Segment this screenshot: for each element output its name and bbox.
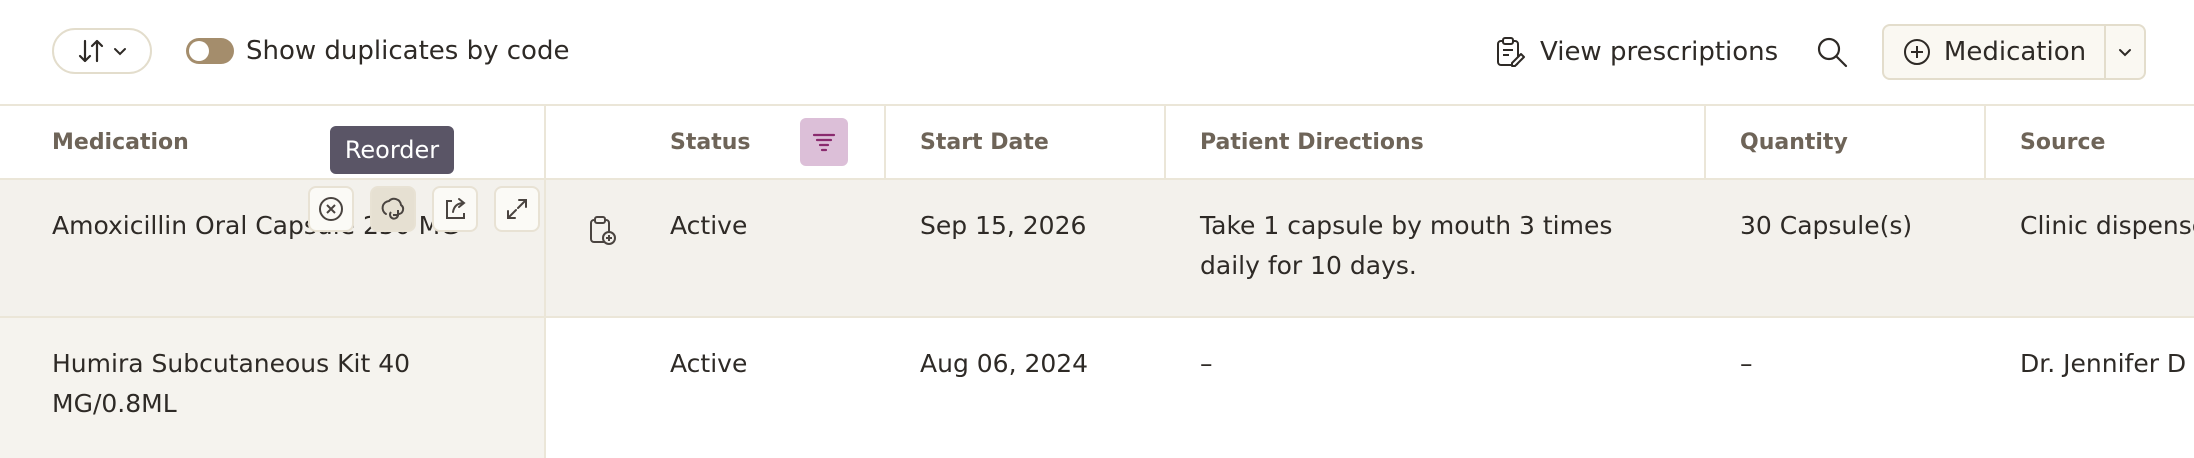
toolbar: Show duplicates by code View prescriptio… [0,0,2194,106]
start-date-cell: Aug 06, 2024 [920,349,1089,378]
column-divider [1704,106,1706,178]
add-medication-menu-button[interactable] [2106,26,2144,78]
view-prescriptions-label: View prescriptions [1540,37,1779,67]
reorder-button[interactable] [370,186,416,232]
close-circle-icon [319,197,343,221]
reorder-icon [381,197,405,220]
medication-name-line2: MG/0.8ML [52,389,177,418]
plus-circle-icon [1903,39,1930,65]
quantity-cell: – [1740,349,1753,378]
status-filter-button[interactable] [800,118,848,166]
reorder-tooltip: Reorder [330,126,454,174]
column-divider [1984,106,1986,178]
start-date-cell: Sep 15, 2026 [920,211,1087,240]
discontinue-button[interactable] [308,186,354,232]
column-divider [884,106,886,178]
search-icon [1817,37,1848,68]
column-header-start-date[interactable]: Start Date [920,106,1049,178]
quantity-cell: 30 Capsule(s) [1740,211,1913,240]
status-cell: Active [670,211,748,240]
column-header-status[interactable]: Status [670,106,750,178]
clipboard-plus-icon [590,216,616,245]
column-header-source[interactable]: Source [2020,106,2105,178]
show-duplicates-toggle[interactable] [186,38,234,64]
medication-name-line1: Humira Subcutaneous Kit 40 [52,349,411,378]
column-header-patient-directions[interactable]: Patient Directions [1200,106,1424,178]
clipboard-edit-icon [1497,37,1525,67]
share-button[interactable] [432,186,478,232]
add-medication-button[interactable]: Medication [1884,26,2106,78]
chevron-down-icon [114,48,126,56]
sort-arrows-icon [78,39,104,63]
expand-icon [507,199,527,219]
view-prescriptions-button[interactable]: View prescriptions [1492,30,1778,74]
add-prescription-button[interactable] [586,214,618,250]
show-duplicates-label: Show duplicates by code [246,36,570,66]
sort-button[interactable] [52,28,152,74]
column-header-quantity[interactable]: Quantity [1740,106,1848,178]
patient-directions-cell: – [1200,349,1213,378]
row-actions [308,186,540,232]
toggle-knob [189,41,209,61]
share-icon [446,198,466,219]
chevron-down-icon [2119,49,2131,57]
source-cell: Dr. Jennifer D [2020,349,2187,378]
filter-icon [812,133,836,152]
column-header-medication[interactable]: Medication [52,106,189,178]
patient-directions-line1: Take 1 capsule by mouth 3 times [1200,211,1613,240]
table-row[interactable]: Humira Subcutaneous Kit 40 MG/0.8ML Acti… [0,318,2194,458]
patient-directions-line2: daily for 10 days. [1200,251,1417,280]
column-divider [1164,106,1166,178]
status-cell: Active [670,349,748,378]
add-medication-label: Medication [1943,37,2087,67]
row-divider [0,316,2194,318]
frozen-column-divider [544,106,546,458]
source-cell: Clinic dispensed [2020,211,2194,240]
expand-button[interactable] [494,186,540,232]
add-medication-split-button: Medication [1882,24,2146,80]
search-button[interactable] [1814,34,1850,70]
